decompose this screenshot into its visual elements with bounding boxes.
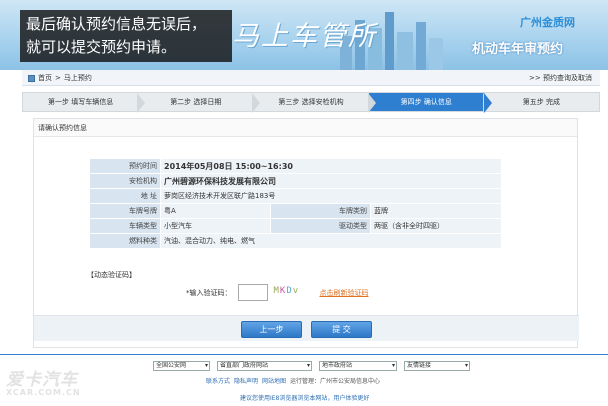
table-row: 预约时间 2014年05月08日 15:00~16:30 (89, 158, 502, 174)
confirm-panel: 请确认预约信息 预约时间 2014年05月08日 15:00~16:30 安检机… (33, 118, 579, 348)
section-title: 请确认预约信息 (34, 119, 577, 137)
vehicle-type-label: 车辆类型 (89, 218, 161, 234)
table-row: 车牌号牌 粤A 车牌类别 蓝牌 (89, 203, 502, 219)
time-label: 预约时间 (89, 158, 161, 174)
home-icon (28, 74, 35, 82)
plate-value: 粤A (160, 203, 271, 219)
query-cancel-link[interactable]: >> 预约查询及取消 (529, 73, 592, 83)
table-row: 燃料种类 汽油、混合动力、纯电、燃气 (89, 233, 502, 249)
breadcrumb: 首页 > 马上预约 >> 预约查询及取消 (22, 70, 600, 86)
sitemap-link[interactable]: 网站地图 (262, 376, 286, 385)
drive-type-value: 两驱（含非全时四驱） (370, 218, 502, 234)
operator-text: 运行管理：广州市公安局信息中心 (290, 378, 381, 385)
contact-link[interactable]: 联系方式 (206, 376, 230, 385)
step-4-current: 第四步 确认信息 (367, 93, 493, 113)
address-label: 地 址 (89, 188, 161, 204)
breadcrumb-current: 马上预约 (63, 74, 92, 82)
breadcrumb-home-link[interactable]: 首页 (38, 73, 52, 83)
browser-tip: 建议您使用IE8浏览器浏览本网站，用户体验更好 (240, 395, 370, 402)
watermark-sub: XCAR.COM.CN (6, 388, 81, 397)
system-title: 机动车年审预约 (472, 42, 564, 57)
address-value: 萝岗区经济技术开发区联广路183号 (160, 188, 502, 204)
button-bar: 上一步 提 交 (34, 315, 579, 341)
privacy-link[interactable]: 隐私声明 (234, 376, 258, 385)
captcha-char: v (292, 285, 300, 296)
step-5: 第五步 完成 (482, 93, 599, 113)
step-2: 第二步 选择日期 (137, 93, 253, 113)
instruction-overlay: 最后确认预约信息无误后， 就可以提交预约申请。 (20, 10, 232, 62)
verify-row: *输入验证码： MKDv 点击刷新验证码 (186, 284, 369, 301)
verify-label: *输入验证码： (186, 288, 232, 297)
agency-value: 广州碧源环保科技发展有限公司 (160, 173, 502, 189)
fuel-label: 燃料种类 (89, 233, 161, 249)
fuel-value: 汽油、混合动力、纯电、燃气 (160, 233, 502, 249)
footer-divider (0, 354, 608, 355)
city-gov-select[interactable]: 地市政府站 (319, 361, 397, 371)
breadcrumb-separator: > (55, 74, 61, 82)
national-police-select[interactable]: 全国公安网 (153, 361, 210, 371)
table-row: 安检机构 广州碧源环保科技发展有限公司 (89, 173, 502, 189)
plate-type-value: 蓝牌 (370, 203, 502, 219)
appointment-info-table: 预约时间 2014年05月08日 15:00~16:30 安检机构 广州碧源环保… (89, 158, 502, 249)
plate-label: 车牌号牌 (89, 203, 161, 219)
footer-links: 联系方式 隐私声明 网站地图 运行管理：广州市公安局信息中心 (206, 376, 380, 385)
watermark-main: 爱卡汽车 (6, 370, 78, 390)
verify-header: 【动态验证码】 (87, 271, 136, 279)
refresh-captcha-link[interactable]: 点击刷新验证码 (320, 288, 369, 298)
table-row: 车辆类型 小型汽车 驱动类型 两驱（含非全时四驱） (89, 218, 502, 234)
watermark: 爱卡汽车 XCAR.COM.CN (6, 365, 81, 397)
captcha-image: MKDv (274, 286, 314, 300)
overlay-line-2: 就可以提交预约申请。 (26, 38, 177, 56)
time-value: 2014年05月08日 15:00~16:30 (160, 158, 502, 174)
provincial-dept-select[interactable]: 省直部门政府网站 (217, 361, 312, 371)
brand-logo-text: 马上车管所 (232, 21, 377, 52)
friend-links-select[interactable]: 友情链接 (404, 361, 470, 371)
step-3: 第三步 选择安检机构 (252, 93, 368, 113)
org-name: 广州金质网 (520, 16, 575, 29)
captcha-input[interactable] (237, 284, 268, 301)
agency-label: 安检机构 (89, 173, 161, 189)
header-banner: 最后确认预约信息无误后， 就可以提交预约申请。 马上车管所 广州金质网 机动车年… (0, 0, 608, 70)
step-1: 第一步 填写车辆信息 (47, 98, 114, 106)
submit-button[interactable]: 提 交 (311, 321, 372, 338)
progress-steps: 第一步 填写车辆信息 第二步 选择日期 第三步 选择安检机构 第四步 确认信息 … (22, 92, 600, 113)
overlay-line-1: 最后确认预约信息无误后， (26, 15, 207, 33)
footer-link-selects: 全国公安网 省直部门政府网站 地市政府站 友情链接 (153, 361, 470, 371)
vehicle-type-value: 小型汽车 (160, 218, 271, 234)
prev-step-button[interactable]: 上一步 (241, 321, 302, 338)
drive-type-label: 驱动类型 (270, 218, 371, 234)
plate-type-label: 车牌类别 (270, 203, 371, 219)
table-row: 地 址 萝岗区经济技术开发区联广路183号 (89, 188, 502, 204)
